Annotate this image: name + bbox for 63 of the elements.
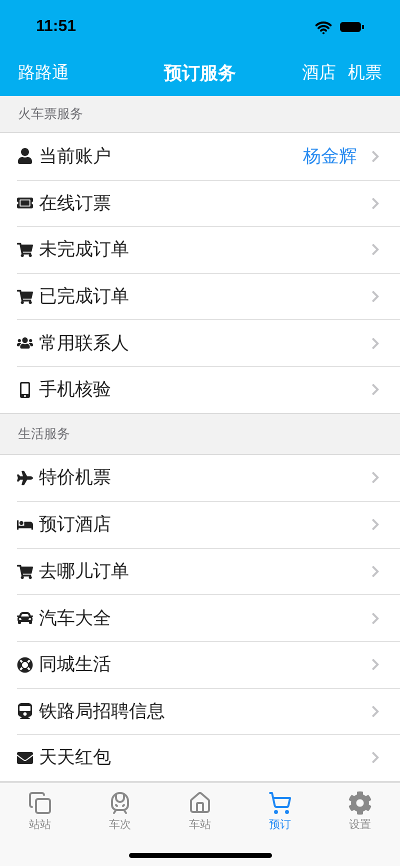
train-icon xyxy=(17,703,33,720)
chevron-icon xyxy=(369,704,382,718)
chevron-icon xyxy=(369,243,382,256)
row-label: 在线订票 xyxy=(39,192,112,215)
menu-row[interactable]: 同城生活 xyxy=(17,640,400,688)
envelope-icon xyxy=(17,750,33,766)
menu-row[interactable]: 未完成订单 xyxy=(17,226,400,273)
cart-icon xyxy=(17,564,33,580)
user-icon xyxy=(17,148,33,164)
menu-row[interactable]: 去哪儿订单 xyxy=(17,548,400,594)
battery-icon xyxy=(340,21,364,33)
row-label: 已完成订单 xyxy=(39,285,130,308)
row-label: 未完成订单 xyxy=(39,238,130,262)
chevron-icon xyxy=(369,565,382,578)
chevron-icon xyxy=(369,658,382,672)
menu-row[interactable]: 当前账户 杨金辉 xyxy=(17,133,400,180)
chevron-icon xyxy=(369,383,382,396)
chevron-icon xyxy=(369,150,382,163)
lifebuoy-icon xyxy=(17,656,33,673)
section-header: 火车票服务 xyxy=(18,105,83,124)
people-icon xyxy=(17,335,33,352)
menu-row[interactable]: 铁路局招聘信息 xyxy=(17,688,400,734)
chevron-icon xyxy=(369,612,382,625)
menu-row[interactable]: 已完成订单 xyxy=(17,272,400,320)
row-label: 同城生活 xyxy=(39,653,112,676)
car-icon xyxy=(17,610,33,626)
cart-icon xyxy=(268,790,292,815)
menu-row[interactable]: 天天红包 xyxy=(17,734,400,781)
chevron-icon xyxy=(369,518,382,532)
menu-row[interactable]: 常用联系人 xyxy=(17,319,400,366)
chevron-icon xyxy=(369,290,382,304)
row-value: 杨金辉 xyxy=(303,144,357,168)
cart-icon xyxy=(17,242,33,258)
menu-row[interactable]: 手机核验 xyxy=(17,366,400,413)
train-icon xyxy=(108,790,132,815)
menu-row[interactable]: 在线订票 xyxy=(17,180,400,226)
row-label: 去哪儿订单 xyxy=(39,560,130,584)
chevron-icon xyxy=(369,336,382,350)
row-label: 当前账户 xyxy=(39,144,112,168)
chevron-icon xyxy=(369,751,382,764)
cart-icon xyxy=(17,288,33,305)
chevron-icon xyxy=(369,471,382,484)
ticket-icon xyxy=(17,195,33,212)
wifi-icon xyxy=(315,18,332,36)
menu-row[interactable]: 特价机票 xyxy=(17,454,400,502)
row-label: 预订酒店 xyxy=(39,513,112,536)
plane-icon xyxy=(17,470,33,486)
row-label: 铁路局招聘信息 xyxy=(39,700,166,723)
section-header: 生活服务 xyxy=(18,424,70,443)
row-label: 特价机票 xyxy=(39,466,112,490)
menu-row[interactable]: 预订酒店 xyxy=(17,501,400,548)
nav-title: 预订服务 xyxy=(162,62,237,84)
row-label: 手机核验 xyxy=(39,378,112,402)
row-label: 天天红包 xyxy=(39,746,112,770)
status-time: 11:51 xyxy=(36,17,76,37)
chevron-icon xyxy=(369,196,382,210)
menu-row[interactable]: 汽车大全 xyxy=(17,594,400,641)
phone-icon xyxy=(17,382,33,398)
settings-icon xyxy=(348,790,372,815)
home-icon xyxy=(188,790,212,815)
row-label: 汽车大全 xyxy=(39,606,112,630)
windows-icon xyxy=(28,790,52,815)
row-label: 常用联系人 xyxy=(39,332,130,355)
